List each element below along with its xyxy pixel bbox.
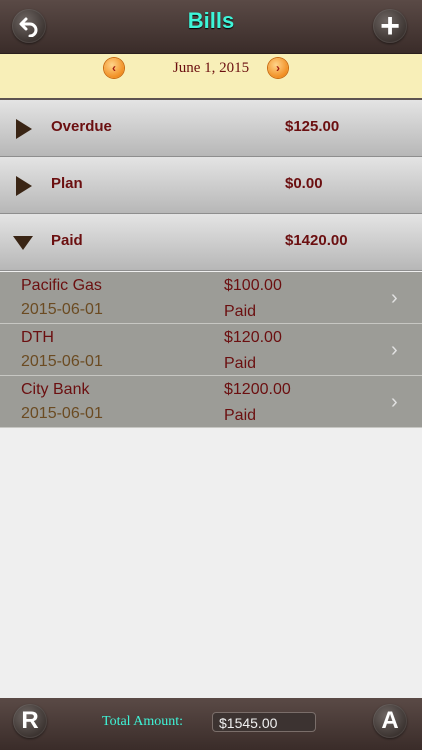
bill-date: 2015-06-01 <box>21 405 103 422</box>
total-amount-label: Total Amount: <box>102 714 184 729</box>
group-amount: $125.00 <box>285 118 340 135</box>
add-bill-button[interactable]: + <box>373 9 407 43</box>
group-amount: $0.00 <box>285 175 323 192</box>
chevron-right-icon: › <box>391 391 398 413</box>
collapse-triangle-icon <box>13 236 33 250</box>
bill-status: Paid <box>224 355 257 372</box>
group-label: Overdue <box>51 118 112 135</box>
bill-amount: $120.00 <box>224 329 282 346</box>
chevron-right-icon: › <box>391 287 398 309</box>
group-label: Paid <box>51 232 83 249</box>
date-bar: ‹ June 1, 2015 › <box>0 54 422 100</box>
chevron-right-icon: › <box>391 339 398 361</box>
current-date: June 1, 2015 <box>172 60 250 76</box>
bill-row[interactable]: City Bank 2015-06-01 $1200.00 Paid › <box>0 376 422 428</box>
bill-date: 2015-06-01 <box>21 353 103 370</box>
bill-row[interactable]: Pacific Gas 2015-06-01 $100.00 Paid › <box>0 272 422 324</box>
group-paid[interactable]: Paid $1420.00 <box>0 214 422 271</box>
bill-name: DTH <box>21 329 54 346</box>
r-button[interactable]: R <box>13 704 47 738</box>
bill-row[interactable]: DTH 2015-06-01 $120.00 Paid › <box>0 324 422 376</box>
bottom-toolbar: R Total Amount: $1545.00 A <box>0 698 422 750</box>
a-button[interactable]: A <box>373 704 407 738</box>
bill-amount: $100.00 <box>224 277 282 294</box>
bill-name: Pacific Gas <box>21 277 102 294</box>
page-title: Bills <box>187 8 235 33</box>
bill-status: Paid <box>224 303 257 320</box>
total-amount-value: $1545.00 <box>212 712 316 732</box>
group-amount: $1420.00 <box>285 232 348 249</box>
group-label: Plan <box>51 175 83 192</box>
bill-name: City Bank <box>21 381 90 398</box>
expand-triangle-icon <box>16 119 32 139</box>
next-date-button[interactable]: › <box>268 58 288 78</box>
group-plan[interactable]: Plan $0.00 <box>0 157 422 214</box>
group-overdue[interactable]: Overdue $125.00 <box>0 100 422 157</box>
bill-date: 2015-06-01 <box>21 301 103 318</box>
expand-triangle-icon <box>16 176 32 196</box>
bill-amount: $1200.00 <box>224 381 291 398</box>
bill-status: Paid <box>224 407 257 424</box>
top-nav-bar: Bills + <box>0 0 422 54</box>
